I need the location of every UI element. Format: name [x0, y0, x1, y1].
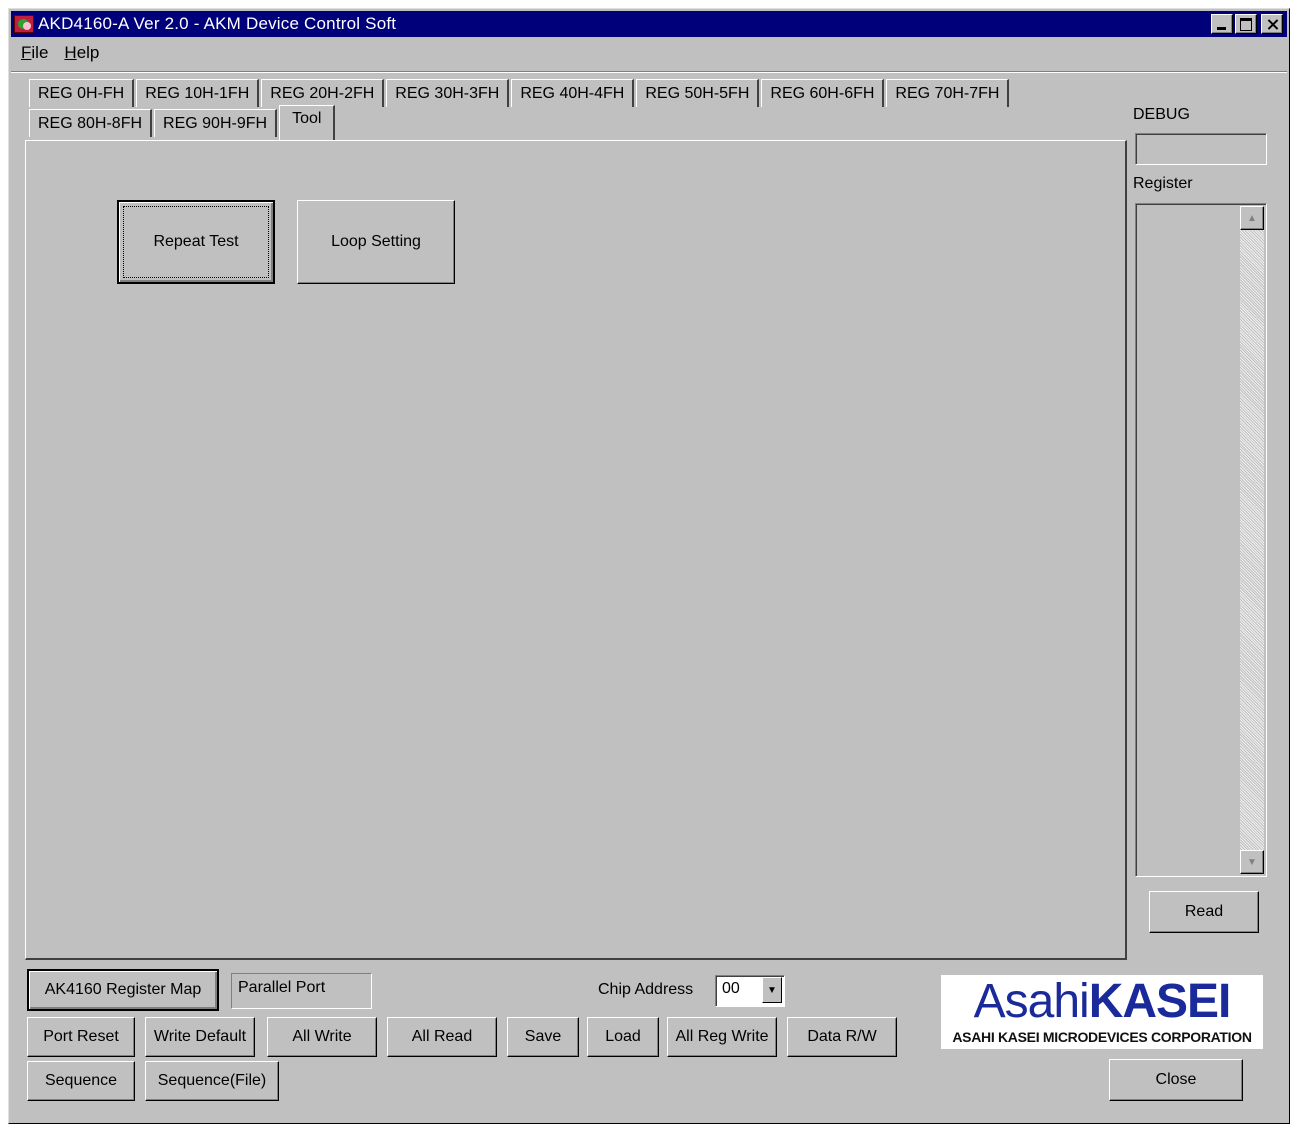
scroll-up-icon[interactable]: ▲: [1240, 206, 1264, 230]
tab-reg-60h[interactable]: REG 60H-6FH: [761, 79, 885, 107]
chevron-down-icon[interactable]: ▼: [762, 977, 782, 1003]
register-label: Register: [1133, 175, 1193, 192]
tab-reg-50h[interactable]: REG 50H-5FH: [636, 79, 760, 107]
logo-asahi: Asahi: [973, 975, 1090, 1028]
tab-reg-0h[interactable]: REG 0H-FH: [29, 79, 135, 107]
chip-address-select[interactable]: 00 ▼: [715, 975, 785, 1007]
write-default-button[interactable]: Write Default: [145, 1017, 255, 1057]
all-reg-write-button[interactable]: All Reg Write: [667, 1017, 777, 1057]
tab-reg-70h[interactable]: REG 70H-7FH: [886, 79, 1010, 107]
save-button[interactable]: Save: [507, 1017, 579, 1057]
register-scrollbar[interactable]: ▲ ▼: [1240, 206, 1264, 874]
logo-wordmark: AsahiKASEI: [941, 977, 1263, 1027]
tab-reg-40h[interactable]: REG 40H-4FH: [511, 79, 635, 107]
register-map-button[interactable]: AK4160 Register Map: [27, 969, 219, 1011]
tab-reg-80h[interactable]: REG 80H-8FH: [29, 109, 153, 137]
menu-separator: [11, 71, 1287, 73]
all-read-button[interactable]: All Read: [387, 1017, 497, 1057]
minimize-button[interactable]: [1211, 14, 1233, 34]
app-icon[interactable]: [14, 15, 34, 33]
repeat-test-button[interactable]: Repeat Test: [117, 200, 275, 284]
title-bar[interactable]: AKD4160-A Ver 2.0 - AKM Device Control S…: [11, 11, 1287, 37]
tab-reg-10h[interactable]: REG 10H-1FH: [136, 79, 260, 107]
app-window: AKD4160-A Ver 2.0 - AKM Device Control S…: [8, 8, 1290, 1124]
tab-reg-20h[interactable]: REG 20H-2FH: [261, 79, 385, 107]
close-window-button[interactable]: [1261, 14, 1283, 34]
data-rw-button[interactable]: Data R/W: [787, 1017, 897, 1057]
maximize-button[interactable]: [1235, 14, 1257, 34]
scroll-down-icon[interactable]: ▼: [1240, 850, 1264, 874]
tab-reg-90h[interactable]: REG 90H-9FH: [154, 109, 278, 137]
load-button[interactable]: Load: [587, 1017, 659, 1057]
menu-help[interactable]: Help: [56, 41, 107, 65]
loop-setting-button[interactable]: Loop Setting: [297, 200, 455, 284]
tab-row-2: REG 80H-8FH REG 90H-9FH Tool: [29, 105, 337, 141]
window-title: AKD4160-A Ver 2.0 - AKM Device Control S…: [38, 14, 397, 33]
register-list[interactable]: ▲ ▼: [1135, 203, 1267, 877]
menu-file[interactable]: File: [13, 41, 56, 65]
close-button[interactable]: Close: [1109, 1059, 1243, 1101]
read-button[interactable]: Read: [1149, 891, 1259, 933]
sequence-file-button[interactable]: Sequence(File): [145, 1061, 279, 1101]
debug-label: DEBUG: [1133, 106, 1190, 123]
port-display: Parallel Port: [231, 973, 372, 1009]
chip-address-label: Chip Address: [598, 981, 694, 998]
menu-help-hotkey: H: [64, 43, 77, 62]
logo-subtitle: ASAHI KASEI MICRODEVICES CORPORATION: [952, 1029, 1252, 1045]
sequence-button[interactable]: Sequence: [27, 1061, 135, 1101]
port-reset-button[interactable]: Port Reset: [27, 1017, 135, 1057]
asahi-kasei-logo: AsahiKASEI ASAHI KASEI MICRODEVICES CORP…: [941, 975, 1263, 1049]
repeat-test-label: Repeat Test: [123, 206, 269, 278]
menu-help-label: elp: [76, 43, 100, 62]
menu-file-label: ile: [31, 43, 49, 62]
menu-file-hotkey: F: [21, 43, 32, 62]
tab-tool[interactable]: Tool: [279, 105, 336, 141]
chip-address-value: 00: [722, 980, 740, 997]
tab-row-1: REG 0H-FH REG 10H-1FH REG 20H-2FH REG 30…: [29, 79, 1011, 107]
debug-field[interactable]: [1135, 133, 1267, 165]
logo-kasei: KASEI: [1088, 975, 1232, 1028]
menu-bar: File Help: [13, 41, 107, 65]
tab-reg-30h[interactable]: REG 30H-3FH: [386, 79, 510, 107]
all-write-button[interactable]: All Write: [267, 1017, 377, 1057]
